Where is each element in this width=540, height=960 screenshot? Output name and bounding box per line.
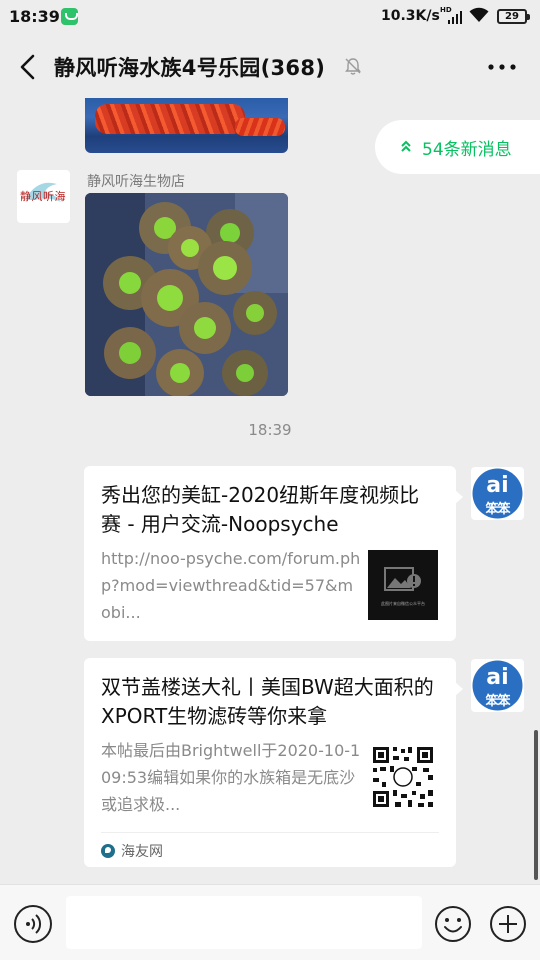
- new-messages-button[interactable]: 54条新消息: [375, 120, 540, 174]
- back-arrow-icon[interactable]: [14, 52, 44, 82]
- svg-text:ai: ai: [486, 473, 508, 498]
- thumbnail-caption: 此图片来自微信公众平台: [381, 601, 425, 606]
- card-title: 秀出您的美缸-2020纽斯年度视频比赛 - 用户交流-Noopsyche: [101, 483, 420, 536]
- chat-header: 静风听海水族4号乐园(368): [0, 34, 540, 98]
- status-time: 18:39: [9, 7, 60, 26]
- double-chevron-up-icon: [399, 139, 413, 157]
- chat-message-list[interactable]: 54条新消息 静风听海 静风听海生物店 18:39 秀出您的美缸-2020纽斯年…: [0, 98, 540, 884]
- avatar-ai[interactable]: ai 笨笨: [471, 659, 524, 712]
- card-divider: [101, 832, 439, 833]
- link-card-xport[interactable]: 双节盖楼送大礼丨美国BW超大面积的XPORT生物滤砖等你来拿 本帖最后由Brig…: [84, 658, 463, 867]
- avatar-logo-text: 静风听海: [20, 190, 66, 203]
- mute-bell-icon: [345, 58, 361, 75]
- coral-image-message[interactable]: [85, 193, 288, 396]
- card-description: http://noo-psyche.com/forum.php?mod=view…: [101, 549, 361, 622]
- plus-icon[interactable]: [489, 905, 527, 943]
- broken-image-icon: [384, 567, 421, 591]
- avatar-ai[interactable]: ai 笨笨: [471, 467, 524, 520]
- svg-text:ai: ai: [486, 665, 508, 690]
- message-timestamp: 18:39: [248, 421, 292, 439]
- message-input-bar: [0, 884, 540, 960]
- card-description: 本帖最后由Brightwell于2020-10-109:53编辑如果你的水族箱是…: [101, 741, 361, 814]
- card-title: 双节盖楼送大礼丨美国BW超大面积的XPORT生物滤砖等你来拿: [101, 675, 434, 728]
- scrollbar[interactable]: [534, 730, 538, 880]
- signal-icon: [448, 11, 462, 24]
- ai-avatar-text: 笨笨: [485, 694, 510, 709]
- new-messages-label: 54条新消息: [422, 140, 512, 160]
- haiyou-logo-icon: [101, 844, 115, 858]
- wechat-notification-icon: [61, 8, 78, 25]
- coral-image-message-top[interactable]: [85, 98, 288, 153]
- voice-icon[interactable]: [14, 905, 52, 943]
- link-card-noopsyche[interactable]: 秀出您的美缸-2020纽斯年度视频比赛 - 用户交流-Noopsyche htt…: [84, 466, 463, 641]
- card-source-name: 海友网: [121, 844, 163, 860]
- sender-name: 静风听海生物店: [87, 174, 185, 190]
- ai-avatar-text: 笨笨: [485, 502, 510, 517]
- card-source: 海友网: [101, 841, 163, 861]
- qr-code-icon: [368, 742, 438, 812]
- network-speed: 10.3K/s: [381, 8, 440, 24]
- message-text-input[interactable]: [66, 896, 422, 949]
- emoji-icon[interactable]: [434, 905, 472, 943]
- chat-title[interactable]: 静风听海水族4号乐园(368): [54, 52, 325, 82]
- wifi-icon: [469, 7, 489, 22]
- avatar[interactable]: 静风听海: [17, 170, 70, 223]
- battery-icon: 29: [497, 9, 530, 24]
- status-bar: 18:39 10.3K/s HD 29: [0, 0, 540, 34]
- card-thumbnail: 此图片来自微信公众平台: [368, 550, 438, 620]
- more-dots-icon[interactable]: [484, 52, 520, 82]
